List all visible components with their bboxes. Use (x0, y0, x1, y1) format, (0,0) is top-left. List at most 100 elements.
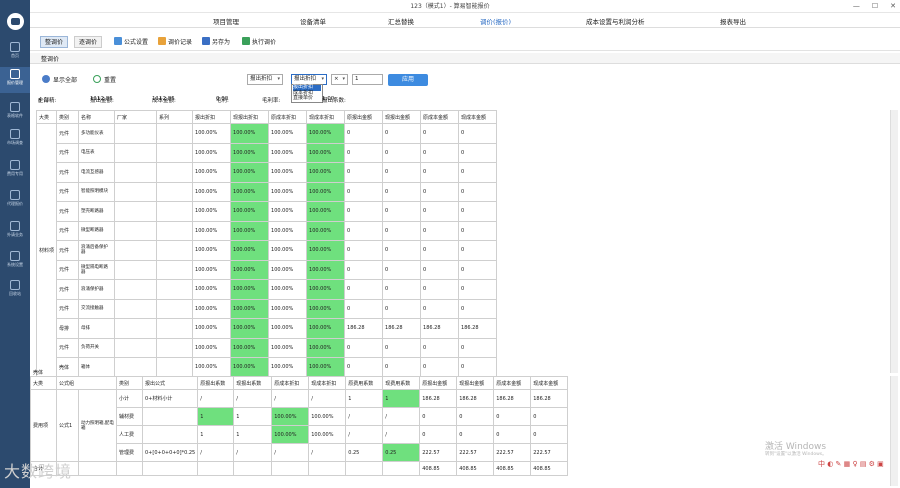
table-cell: 100.00% (306, 318, 346, 339)
table-cell: 0 (344, 259, 384, 280)
sidebar-item-recycle[interactable]: 回收站 (0, 278, 30, 304)
column-header: 现成本金额 (458, 110, 498, 124)
table-cell: 0 (382, 142, 422, 163)
top-nav: 项目管理 设备清单 汇总替换 调价(报价) 成本设置与利润分析 报表导出 (30, 13, 900, 28)
column-header: 原报出系数 (197, 376, 235, 390)
table-row[interactable]: 元件 塑壳断路器 100.00% 100.00% 100.00% 100.00% 0 0 0 0 (37, 201, 498, 222)
table-row[interactable]: 母排 母排 100.00% 100.00% 100.00% 100.00% 186.28 18… (37, 318, 498, 339)
table-cell: 100.00% (192, 201, 232, 222)
table-row[interactable]: 元件 负荷开关 100.00% 100.00% 100.00% 100.00% 0 0 0 0 (37, 337, 498, 358)
save-as-label: 另存为 (212, 39, 231, 46)
table-row[interactable]: 费用项 公式1 动力照明箱,配电箱 小计 0+材料小计 / / //1 1 186.28 186.2… (30, 389, 569, 462)
value-input[interactable]: 1 (352, 74, 383, 85)
table-row[interactable]: 元件 电压表 100.00% 100.00% 100.00% 100.00% 0 0 0 0 (37, 142, 498, 163)
table-cell (141, 407, 199, 426)
adjust-history-button[interactable]: 调价记录 (158, 37, 192, 47)
nav-summary[interactable]: 汇总替换 (388, 16, 414, 26)
sidebar-item-table[interactable]: 表格软件 (0, 100, 30, 126)
table-cell: 母排 (56, 318, 80, 339)
table-cell: / (308, 443, 347, 462)
table-cell: 0 (458, 162, 498, 183)
column-header: 原成本金额 (493, 376, 532, 390)
table-row[interactable]: 元件 交流接触器 100.00% 100.00% 100.00% 100.00% 0 0 0 0 (37, 298, 498, 319)
close-button[interactable]: ✕ (890, 0, 896, 13)
field-select[interactable]: 报出折扣 ▾ (247, 74, 283, 85)
table-cell: / (382, 407, 421, 426)
table-cell: / (308, 389, 347, 408)
table-cell: / (345, 425, 384, 444)
sidebar-item-agent[interactable]: 代理报价 (0, 188, 30, 214)
table-cell: 100.00% (268, 259, 308, 280)
table-cell: 100.00% (268, 279, 308, 300)
table-cell: 100.00% (268, 220, 308, 241)
lower-scrollbar[interactable] (890, 376, 898, 486)
table-cell: 0 (420, 123, 460, 144)
formula-settings-button[interactable]: 公式设置 (114, 37, 148, 47)
nav-equipment[interactable]: 设备清单 (300, 16, 326, 26)
table-cell: 100.00% (306, 201, 346, 222)
table-cell (114, 357, 158, 378)
execute-adjust-button[interactable]: 执行调价 (242, 37, 276, 47)
table-row[interactable]: 元件 智能照明模块 100.00% 100.00% 100.00% 100.00% 0 0 0 0 (37, 181, 498, 202)
tab-whole-adjust[interactable]: 整调价 (40, 36, 69, 48)
table-cell: 186.28 (382, 318, 422, 339)
table-cell: 0 (458, 142, 498, 163)
table-cell: 交流接触器 (78, 298, 116, 319)
tab-item-adjust[interactable]: 逐调价 (74, 36, 103, 48)
toolbar: 整调价 逐调价 公式设置 调价记录 另存为 执行调价 (30, 33, 900, 51)
table-cell: 0 (456, 425, 495, 444)
apply-button[interactable]: 应用 (388, 74, 428, 86)
table-cell: 元件 (56, 337, 80, 358)
table-row[interactable]: 材料项 元件 多功能仪表 100.00% 100.00% 100.00% 100.00% 0 0… (35, 123, 498, 378)
table-cell (156, 181, 194, 202)
table-cell (233, 461, 273, 476)
table-cell: 0 (530, 407, 569, 426)
table-cell: 100.00% (192, 298, 232, 319)
sidebar-item-quote[interactable]: 报价管理 (0, 67, 30, 93)
operator-select[interactable]: × ▾ (331, 74, 348, 85)
table-cell (156, 123, 194, 144)
save-as-button[interactable]: 另存为 (202, 37, 230, 47)
nav-export[interactable]: 报表导出 (720, 16, 746, 26)
reset-button[interactable]: 重置 (93, 75, 116, 85)
table-row[interactable]: 元件 浪涌后备保护器 100.00% 100.00% 100.00% 100.00% 0 0 0… (37, 240, 498, 261)
column-header: 现成本折扣 (308, 376, 347, 390)
table-cell: 人工费 (116, 425, 143, 444)
table-row[interactable]: 壳体 箱体 100.00% 100.00% 100.00% 100.00% 0 0 0 0 (37, 357, 498, 378)
show-all-button[interactable]: 显示全部 (42, 75, 77, 85)
watermark-line1: 激活 Windows (765, 442, 827, 452)
table-cell (156, 201, 194, 222)
table-cell: 186.28 (344, 318, 384, 339)
maximize-button[interactable]: ☐ (872, 0, 878, 13)
table-cell: 1 (197, 407, 235, 426)
table-cell: 0 (382, 298, 422, 319)
upper-scrollbar[interactable] (890, 110, 898, 373)
sidebar-item-settings[interactable]: 系统设置 (0, 249, 30, 275)
sub-tab-whole-adjust[interactable]: 整调价 (41, 54, 59, 63)
formula-icon (114, 37, 122, 45)
window-title: 123（模式1）- 算易智能报价 (410, 3, 490, 10)
table-row[interactable]: 元件 微型断路器 100.00% 100.00% 100.00% 100.00% 0 0 0 0 (37, 220, 498, 241)
nav-cost[interactable]: 成本设置与利润分析 (586, 16, 645, 26)
table-cell: 浪涌保护器 (78, 279, 116, 300)
sidebar-item-home[interactable]: 首页 (0, 40, 30, 66)
table-cell (114, 240, 158, 261)
windows-watermark: 激活 Windows 转到"设置"以激活 Windows。 (765, 443, 827, 458)
column-header: 现成本金额 (530, 376, 569, 390)
nav-pricing[interactable]: 调价(报价) (480, 16, 511, 26)
nav-project[interactable]: 项目管理 (213, 16, 239, 26)
sidebar-item-fee[interactable]: 费用专用 (0, 158, 30, 184)
minimize-button[interactable]: — (853, 0, 860, 13)
sidebar-item-market[interactable]: 市场调查 (0, 127, 30, 153)
table-row[interactable]: 元件 电流互感器 100.00% 100.00% 100.00% 100.00% 0 0 0 0 (37, 162, 498, 183)
table-row[interactable]: 元件 浪涌保护器 100.00% 100.00% 100.00% 100.00% 0 0 0 0 (37, 279, 498, 300)
sidebar-item-label: 报价管理 (7, 80, 23, 85)
upper-footer-label: 壳体 (33, 370, 44, 376)
table-cell: 100.00% (230, 162, 270, 183)
table-cell: 100.00% (230, 318, 270, 339)
table-cell: 100.00% (306, 279, 346, 300)
sidebar-item-external[interactable]: 外请业务 (0, 219, 30, 245)
sidebar-item-label: 表格软件 (7, 113, 23, 118)
table-row[interactable]: 元件 微型隔电断路器 100.00% 100.00% 100.00% 100.00% 0 0 0… (37, 259, 498, 280)
table-cell: 多功能仪表 (78, 123, 116, 144)
